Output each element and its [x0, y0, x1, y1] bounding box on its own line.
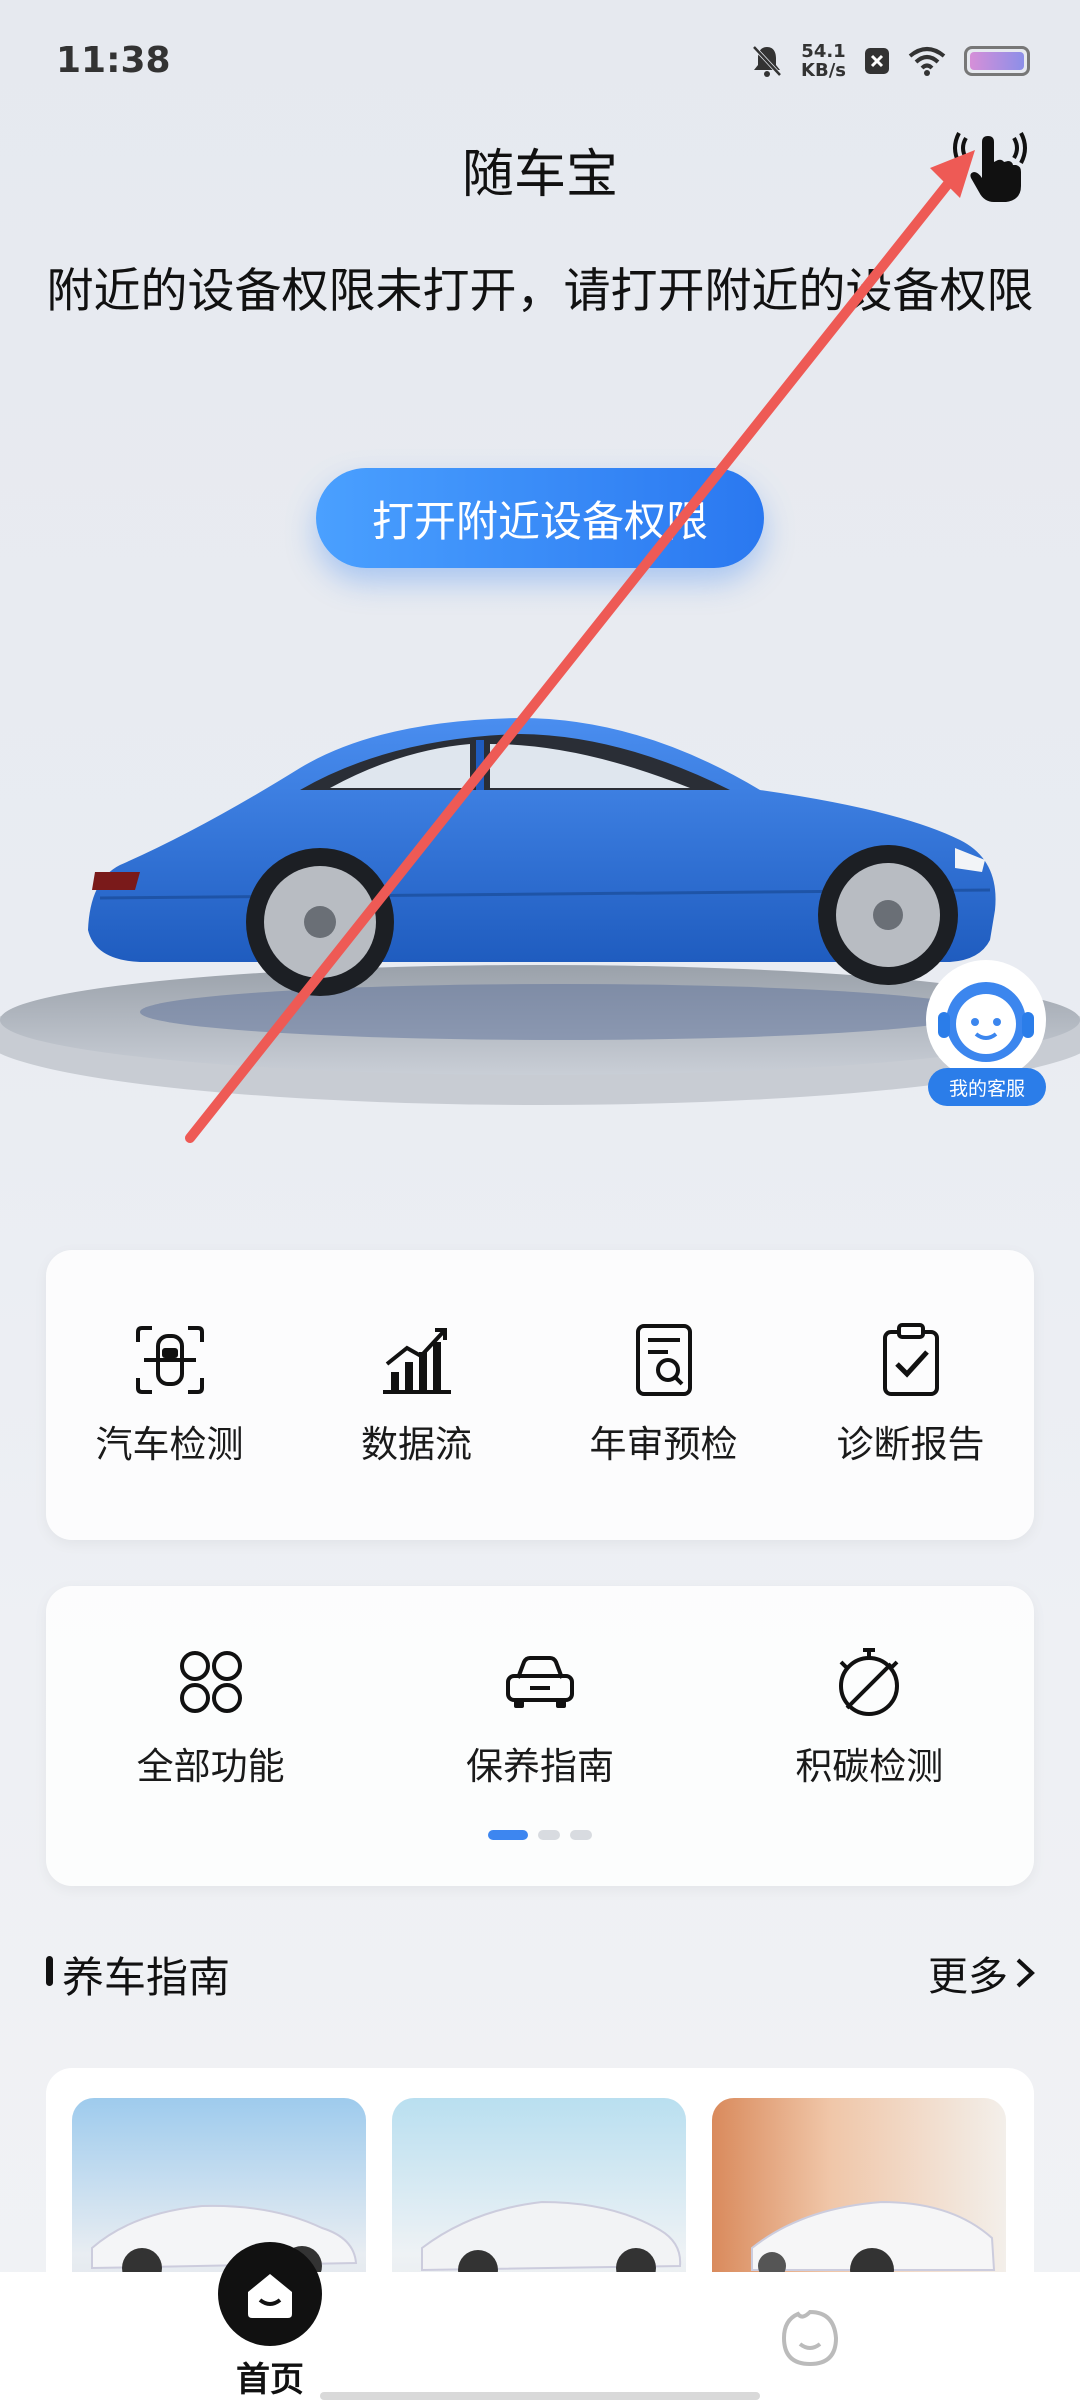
function-all[interactable]: 全部功能: [61, 1642, 361, 1790]
speed-value: 54.1: [801, 41, 846, 62]
function-car-check[interactable]: 汽车检测: [54, 1320, 286, 1468]
section-title: 养车指南: [62, 1953, 231, 2002]
touch-hand-icon[interactable]: [952, 128, 1028, 204]
customer-service-label[interactable]: 我的客服: [928, 1068, 1046, 1106]
open-permission-button[interactable]: 打开附近设备权限: [316, 468, 764, 568]
function-label: 积碳检测: [795, 1745, 944, 1788]
function-label: 数据流: [361, 1423, 472, 1466]
battery-icon: [964, 46, 1030, 76]
clipboard-check-icon: [882, 1323, 939, 1396]
car-front-icon: [505, 1656, 574, 1708]
timer-slash-icon: [839, 1648, 900, 1716]
status-time: 11:38: [56, 40, 171, 81]
status-icons: 54.1 KB/s: [751, 42, 1030, 80]
secondary-functions-card: 全部功能 保养指南 积碳检测: [46, 1586, 1034, 1886]
function-maintenance-guide[interactable]: 保养指南: [390, 1642, 690, 1790]
wifi-icon: [908, 47, 946, 76]
carousel-dot: [538, 1830, 560, 1840]
carousel-indicator: [46, 1830, 1034, 1840]
grid-four-icon: [179, 1651, 242, 1713]
function-carbon-check[interactable]: 积碳检测: [719, 1642, 1019, 1790]
function-label: 年审预检: [589, 1423, 738, 1466]
bell-mute-icon: [752, 45, 782, 77]
function-label: 汽车检测: [95, 1423, 244, 1466]
document-search-icon: [635, 1324, 692, 1396]
car-scan-icon: [135, 1326, 204, 1394]
chevron-right-icon: [1016, 1958, 1035, 1988]
function-label: 全部功能: [136, 1745, 285, 1788]
more-link[interactable]: 更多: [928, 1944, 1036, 2002]
bottom-tab-bar: [0, 2272, 1080, 2408]
section-marker: [46, 1956, 53, 1986]
tab-home-label[interactable]: 首页: [208, 2352, 332, 2401]
annotation-arrow: [185, 150, 975, 1143]
tab-home[interactable]: [218, 2242, 322, 2346]
more-label: 更多: [928, 1954, 1008, 2000]
close-box-icon: [865, 48, 889, 74]
permission-message: 附近的设备权限未打开，请打开附近的设备权限: [46, 264, 1034, 319]
function-data-stream[interactable]: 数据流: [301, 1320, 533, 1468]
function-diagnosis-report[interactable]: 诊断报告: [795, 1320, 1027, 1468]
primary-functions-card: 汽车检测 数据流 年审预检 诊断报告: [46, 1250, 1034, 1540]
network-speed: 54.1 KB/s: [801, 42, 846, 80]
function-label: 诊断报告: [836, 1423, 985, 1466]
page-title: 随车宝: [461, 145, 618, 205]
speed-unit: KB/s: [801, 60, 846, 81]
home-icon: [248, 2274, 292, 2318]
function-annual-precheck[interactable]: 年审预检: [548, 1320, 780, 1468]
carousel-dot-active: [488, 1830, 528, 1840]
function-label: 保养指南: [465, 1745, 614, 1788]
chart-up-icon: [382, 1328, 451, 1394]
smile-face-icon[interactable]: [778, 2306, 842, 2370]
carousel-dot: [570, 1830, 592, 1840]
car-illustration: [0, 718, 1080, 1105]
home-indicator: [320, 2392, 760, 2400]
